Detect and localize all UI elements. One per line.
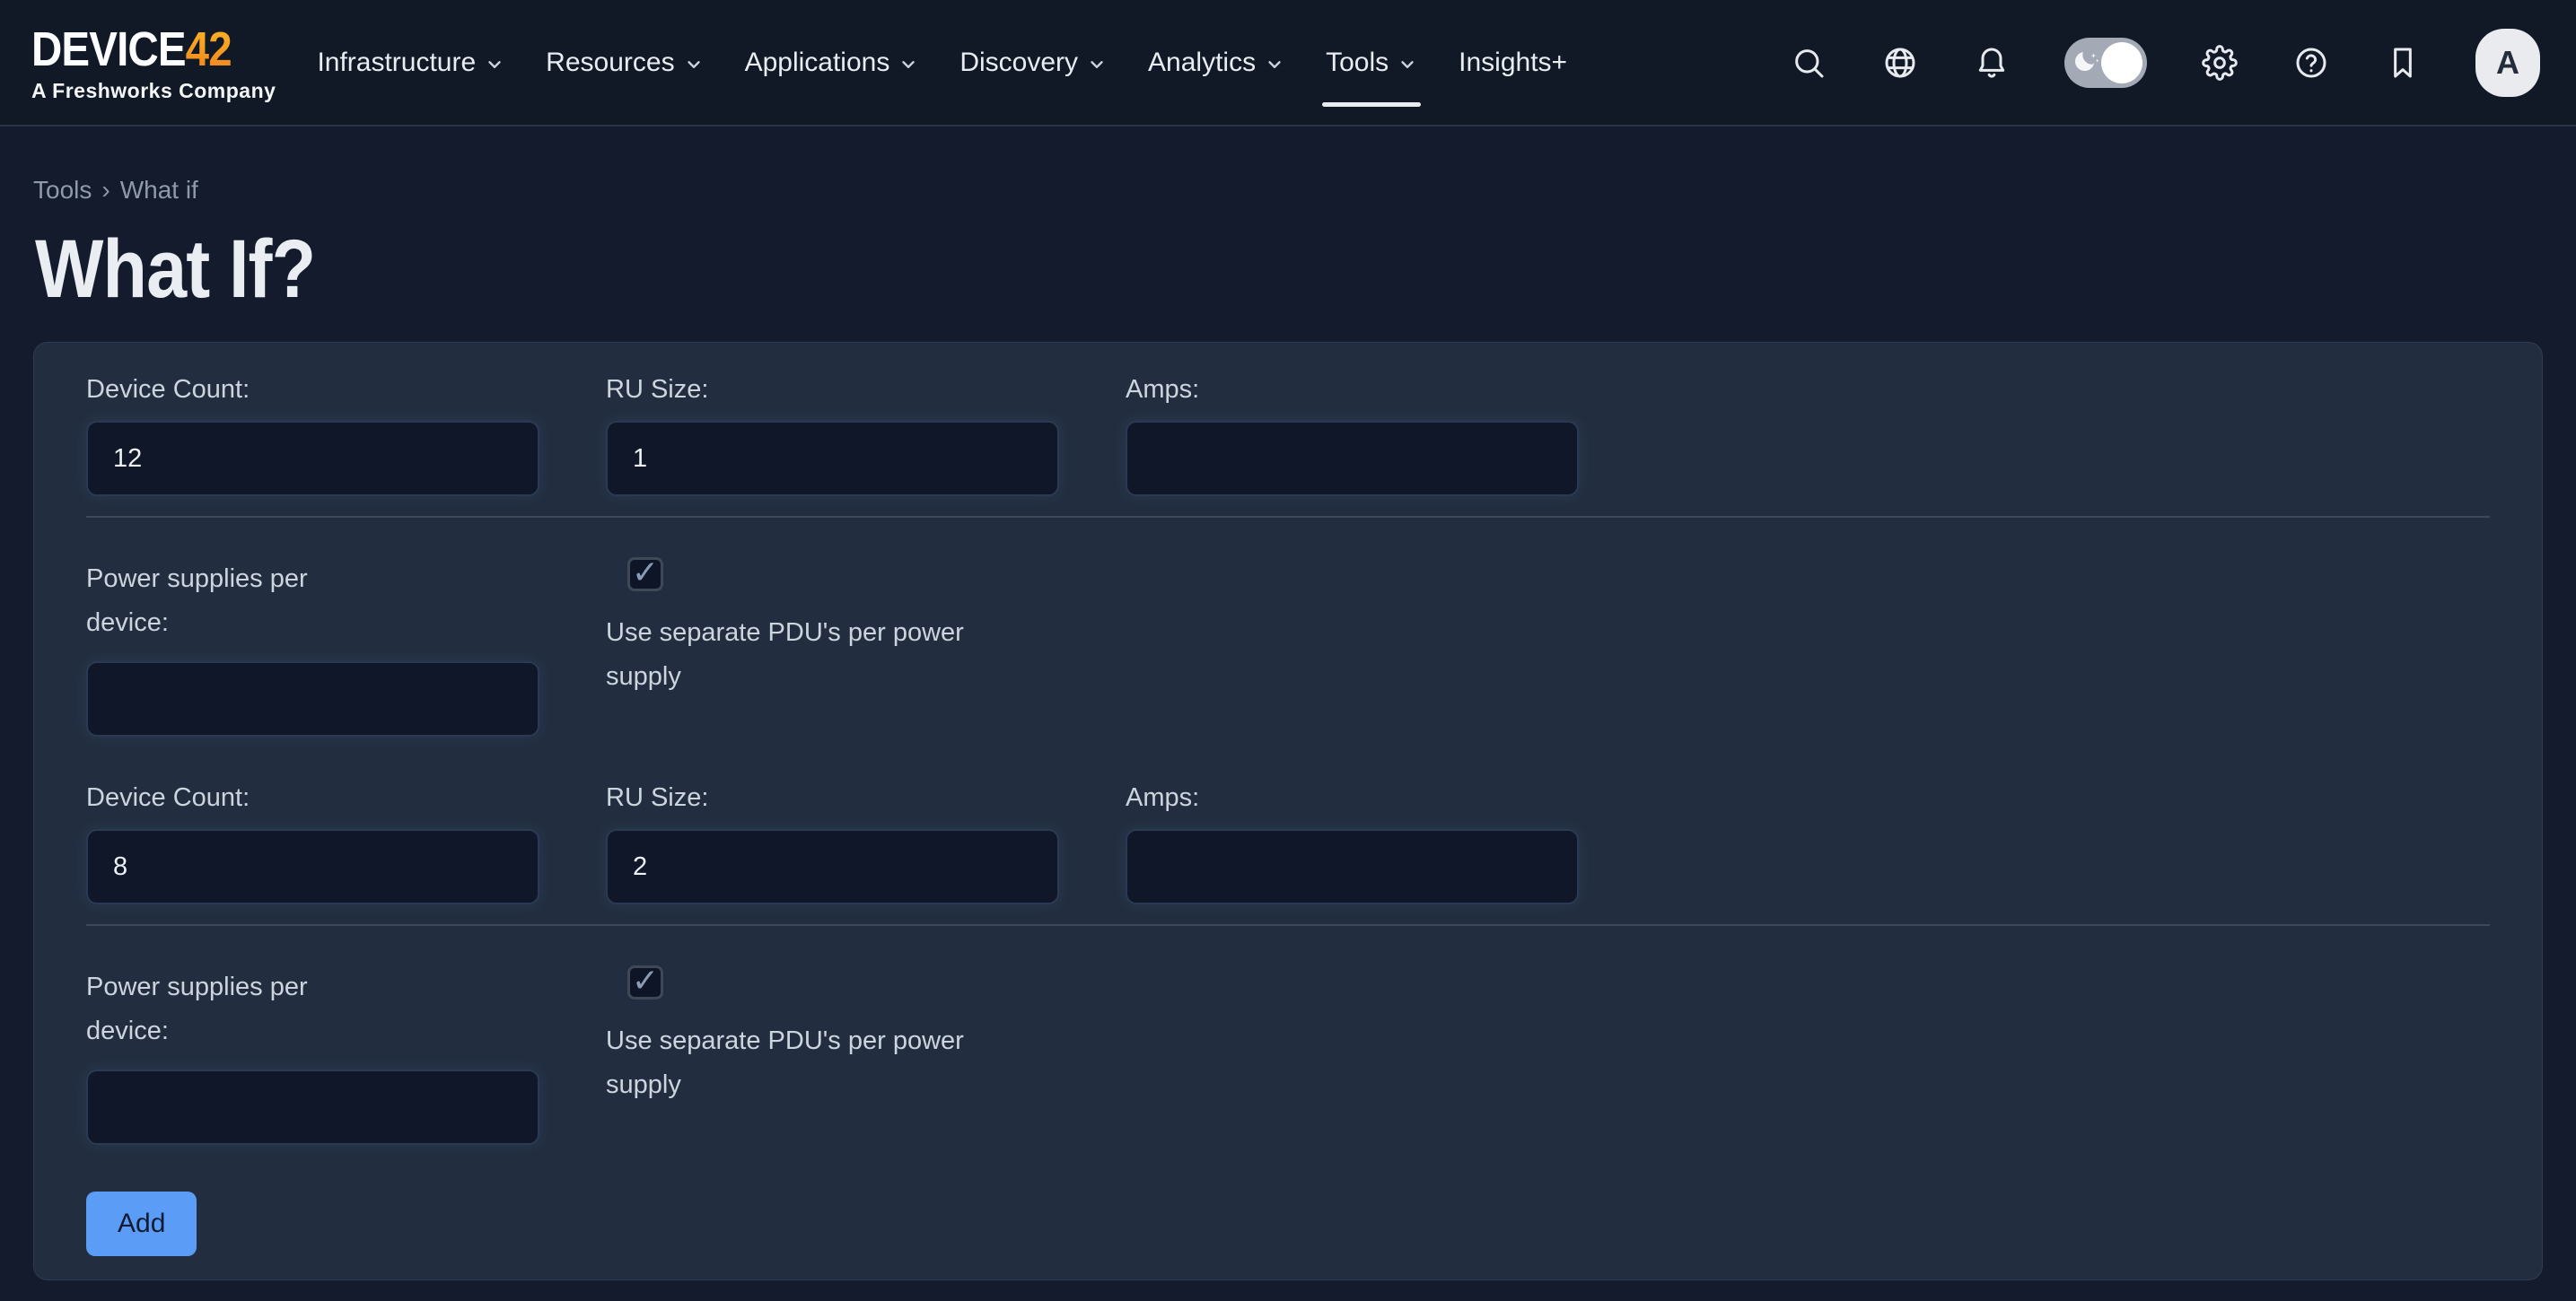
page-title: What If? [35, 223, 315, 317]
chevron-down-icon [1265, 55, 1284, 74]
user-avatar[interactable]: A [2475, 29, 2540, 97]
logo-tagline: A Freshworks Company [31, 79, 276, 103]
search-icon [1791, 45, 1827, 81]
device-count-input-2[interactable] [86, 829, 539, 904]
nav-item-infrastructure[interactable]: Infrastructure [317, 42, 504, 83]
separate-pdu-group-2: ✓ Use separate PDU's per power supply [606, 965, 1144, 1145]
navbar-actions: A [1790, 29, 2540, 97]
bookmark-button[interactable] [2384, 44, 2422, 82]
power-supplies-field-2: Power supplies per device: [86, 965, 539, 1145]
breadcrumb: Tools › What if [33, 176, 2543, 205]
logo-number-text: 42 [186, 22, 232, 77]
chevron-down-icon [1398, 55, 1417, 74]
amps-field-1: Amps: [1126, 375, 1579, 496]
breadcrumb-current: What if [120, 176, 198, 205]
check-icon: ✓ [632, 965, 659, 997]
device-spec-row-2: Device Count: RU Size: Amps: [86, 783, 2490, 904]
top-navbar: DEVICE 42 A Freshworks Company Infrastru… [0, 0, 2576, 127]
main-content: Tools › What if What If? Device Count: R… [0, 176, 2576, 1280]
nav-item-insights[interactable]: Insights+ [1459, 42, 1567, 83]
nav-item-label: Discovery [959, 48, 1078, 78]
nav-item-label: Infrastructure [317, 48, 476, 78]
power-supplies-field-1: Power supplies per device: [86, 557, 539, 737]
device-count-label: Device Count: [86, 375, 539, 405]
ru-size-label: RU Size: [606, 783, 1059, 813]
nav-item-label: Resources [546, 48, 674, 78]
breadcrumb-tools-link[interactable]: Tools [33, 176, 92, 205]
chevron-down-icon [898, 55, 918, 74]
device-count-input-1[interactable] [86, 421, 539, 496]
nav-item-discovery[interactable]: Discovery [959, 42, 1107, 83]
amps-input-2[interactable] [1126, 829, 1579, 904]
ru-size-field-2: RU Size: [606, 783, 1059, 904]
device-count-label: Device Count: [86, 783, 539, 813]
power-supplies-row-1: Power supplies per device: ✓ Use separat… [86, 557, 2490, 737]
nav-item-analytics[interactable]: Analytics [1148, 42, 1284, 83]
ru-size-input-1[interactable] [606, 421, 1059, 496]
ru-size-label: RU Size: [606, 375, 1059, 405]
nav-item-label: Applications [745, 48, 890, 78]
globe-icon [1882, 45, 1918, 81]
nav-item-applications[interactable]: Applications [745, 42, 919, 83]
chevron-down-icon [1087, 55, 1107, 74]
ru-size-input-2[interactable] [606, 829, 1059, 904]
main-nav: Infrastructure Resources Applications Di… [317, 42, 1567, 83]
nav-item-label: Analytics [1148, 48, 1256, 78]
chevron-down-icon [684, 55, 704, 74]
separate-pdu-group-1: ✓ Use separate PDU's per power supply [606, 557, 1144, 737]
breadcrumb-separator: › [101, 176, 110, 205]
bell-icon [1974, 45, 2010, 81]
theme-toggle[interactable] [2064, 38, 2147, 88]
separate-pdu-label: Use separate PDU's per power supply [606, 1019, 1014, 1107]
device-count-field-1: Device Count: [86, 375, 539, 496]
notifications-button[interactable] [1973, 44, 2011, 82]
help-icon [2293, 45, 2329, 81]
moon-icon [2072, 48, 2103, 78]
ru-size-field-1: RU Size: [606, 375, 1059, 496]
power-supplies-row-2: Power supplies per device: ✓ Use separat… [86, 965, 2490, 1145]
nav-item-label: Insights+ [1459, 48, 1567, 78]
what-if-form-card: Device Count: RU Size: Amps: Power suppl… [33, 342, 2543, 1280]
divider [86, 516, 2490, 518]
nav-item-resources[interactable]: Resources [546, 42, 703, 83]
chevron-down-icon [485, 55, 504, 74]
power-supplies-label: Power supplies per device: [86, 557, 387, 645]
gear-icon [2202, 45, 2238, 81]
power-supplies-input-1[interactable] [86, 661, 539, 737]
nav-item-tools[interactable]: Tools [1326, 42, 1417, 83]
check-icon: ✓ [632, 556, 659, 589]
search-button[interactable] [1790, 44, 1827, 82]
logo-wordmark: DEVICE 42 [31, 22, 247, 77]
add-button[interactable]: Add [86, 1192, 197, 1256]
globe-button[interactable] [1881, 44, 1919, 82]
amps-label: Amps: [1126, 375, 1579, 405]
bookmark-icon [2385, 45, 2421, 81]
divider [86, 924, 2490, 926]
device42-logo[interactable]: DEVICE 42 A Freshworks Company [31, 22, 276, 103]
power-supplies-label: Power supplies per device: [86, 965, 387, 1053]
toggle-knob [2101, 42, 2142, 83]
separate-pdu-checkbox-1[interactable]: ✓ [627, 557, 663, 591]
nav-item-label: Tools [1326, 48, 1389, 78]
avatar-initial: A [2496, 44, 2519, 82]
help-button[interactable] [2292, 44, 2330, 82]
amps-input-1[interactable] [1126, 421, 1579, 496]
amps-label: Amps: [1126, 783, 1579, 813]
device-count-field-2: Device Count: [86, 783, 539, 904]
settings-button[interactable] [2201, 44, 2239, 82]
amps-field-2: Amps: [1126, 783, 1579, 904]
power-supplies-input-2[interactable] [86, 1070, 539, 1145]
separate-pdu-checkbox-2[interactable]: ✓ [627, 965, 663, 1000]
device-spec-row-1: Device Count: RU Size: Amps: [86, 375, 2490, 496]
separate-pdu-label: Use separate PDU's per power supply [606, 611, 1014, 699]
logo-brand-text: DEVICE [31, 22, 186, 77]
